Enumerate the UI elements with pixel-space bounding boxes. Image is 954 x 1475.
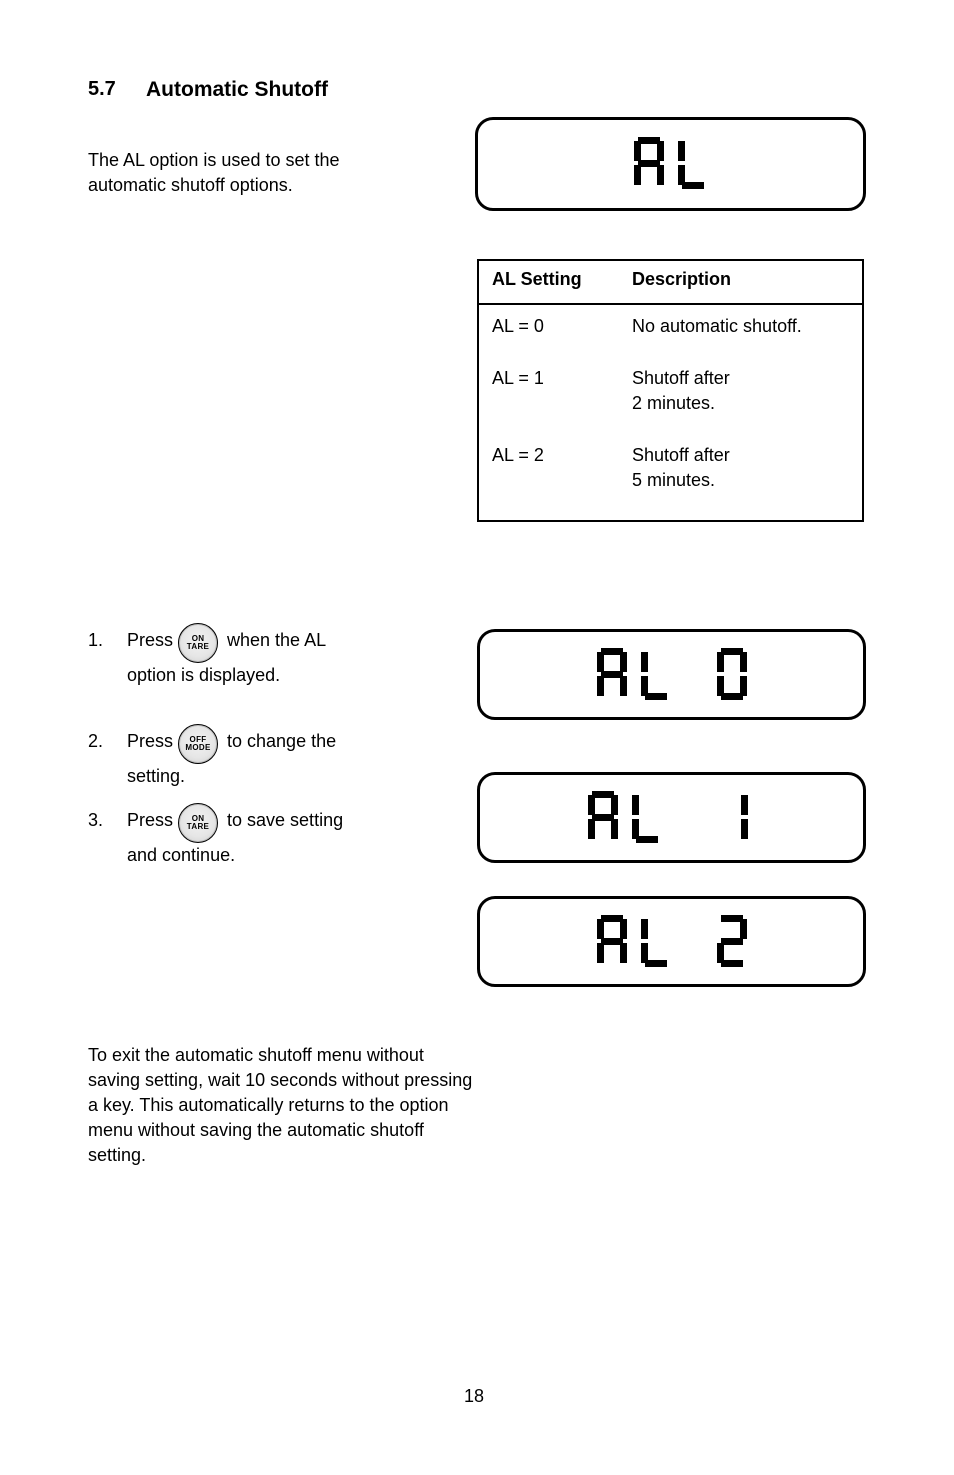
- tare-label-2: TARE: [187, 823, 209, 831]
- table-r2c2-l2: 2 minutes.: [632, 393, 715, 414]
- exit-line2: saving setting, wait 10 seconds without …: [88, 1068, 472, 1092]
- section-title: Automatic Shutoff: [146, 78, 328, 102]
- table-header-2: Description: [632, 269, 731, 290]
- seg-L-2: [632, 791, 662, 843]
- intro-line1: The AL option is used to set the: [88, 148, 340, 172]
- step2-num: 2.: [88, 731, 103, 752]
- table-r3c2-l1: Shutoff after: [632, 445, 730, 466]
- seg-2: [717, 915, 747, 967]
- table-r2c2-l1: Shutoff after: [632, 368, 730, 389]
- exit-line5: setting.: [88, 1143, 146, 1167]
- exit-line3: a key. This automatically returns to the…: [88, 1093, 449, 1117]
- step3-line2: and continue.: [127, 845, 235, 866]
- seg-A: [597, 648, 627, 700]
- tare-label: TARE: [187, 643, 209, 651]
- section-number: 5.7: [88, 78, 116, 101]
- step3-num: 3.: [88, 810, 103, 831]
- table-r1c2: No automatic shutoff.: [632, 316, 802, 337]
- seg-0: [717, 648, 747, 700]
- off-mode-button[interactable]: OFF MODE: [178, 724, 218, 764]
- intro-line2: automatic shutoff options.: [88, 173, 293, 197]
- step1-line2: option is displayed.: [127, 665, 280, 686]
- on-tare-button[interactable]: ON TARE: [178, 623, 218, 663]
- step1-rest: when the AL: [222, 630, 326, 651]
- lcd-display-al1: [477, 772, 866, 863]
- lcd-display-al2: [477, 896, 866, 987]
- table-r1c1: AL = 0: [492, 316, 544, 337]
- step2-line2: setting.: [127, 766, 185, 787]
- step1-press: Press: [127, 630, 173, 651]
- exit-line1: To exit the automatic shutoff menu witho…: [88, 1043, 424, 1067]
- table-r3c1: AL = 2: [492, 445, 544, 466]
- table-r3c2-l2: 5 minutes.: [632, 470, 715, 491]
- step2-press: Press: [127, 731, 173, 752]
- lcd-display-al0: [477, 629, 866, 720]
- mode-label: MODE: [185, 744, 210, 752]
- lcd-display-al: [475, 117, 866, 211]
- step3-press: Press: [127, 810, 173, 831]
- on-tare-button-2[interactable]: ON TARE: [178, 803, 218, 843]
- seg-A-2: [588, 791, 618, 843]
- seg-char-A: [634, 137, 664, 189]
- exit-line4: menu without saving the automatic shutof…: [88, 1118, 424, 1142]
- step2-rest: to change the: [222, 731, 336, 752]
- table-r2c1: AL = 1: [492, 368, 544, 389]
- seg-L-3: [641, 915, 671, 967]
- seg-1: [726, 791, 756, 843]
- seg-L: [641, 648, 671, 700]
- page-number: 18: [464, 1386, 484, 1407]
- step1-num: 1.: [88, 630, 103, 651]
- table-header-1: AL Setting: [492, 269, 582, 290]
- seg-A-3: [597, 915, 627, 967]
- step3-rest: to save setting: [222, 810, 343, 831]
- seg-char-L: [678, 137, 708, 189]
